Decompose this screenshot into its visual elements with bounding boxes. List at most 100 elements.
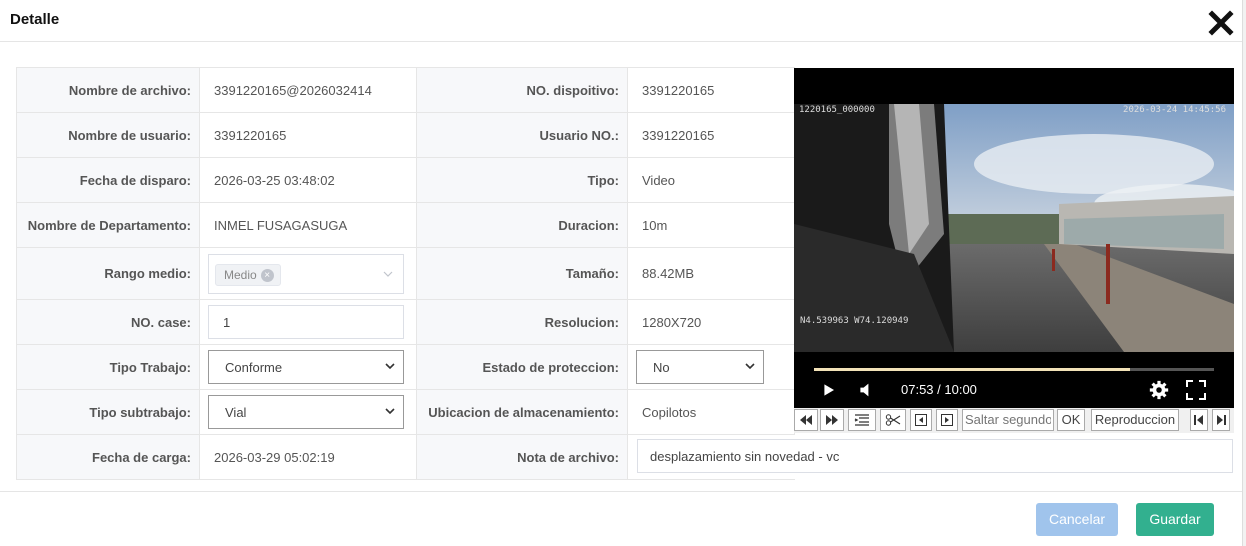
no-case-value: 1 (223, 315, 231, 330)
video-frame-image (794, 104, 1234, 352)
rango-medio-tag: Medio × (215, 263, 281, 286)
rango-medio-select[interactable]: Medio × (208, 253, 404, 294)
close-icon[interactable] (1208, 10, 1234, 36)
form-row: Tipo subtrabajo: Vial Ubicacion de almac… (16, 389, 795, 435)
label-tipo-subtrabajo: Tipo subtrabajo: (16, 389, 200, 435)
list-icon (854, 414, 869, 426)
tipo-subtrabajo-select[interactable]: Vial (208, 395, 404, 429)
label-no-dispositivo: NO. dispoitivo: (416, 67, 628, 113)
estado-proteccion-cell: No (627, 344, 795, 390)
form-row: Nombre de usuario: 3391220165 Usuario NO… (16, 112, 795, 158)
rewind-button[interactable] (794, 409, 818, 431)
value-ubicacion: Copilotos (627, 389, 795, 435)
scissors-icon (885, 414, 901, 426)
detail-form: Nombre de archivo: 3391220165@2026032414… (16, 67, 795, 480)
value-resolucion: 1280X720 (627, 299, 795, 345)
estado-proteccion-select[interactable]: No (636, 350, 764, 384)
label-usuario-no: Usuario NO.: (416, 112, 628, 158)
fast-forward-button[interactable] (820, 409, 844, 431)
value-tamano: 88.42MB (627, 247, 795, 300)
value-nombre-archivo: 3391220165@2026032414 (199, 67, 417, 113)
save-button[interactable]: Guardar (1136, 503, 1214, 536)
label-tipo-trabajo: Tipo Trabajo: (16, 344, 200, 390)
form-row: NO. case: 1 Resolucion: 1280X720 (16, 299, 795, 345)
video-frame: 1220165_000000 2026-03-24 14:45:56 N4.53… (794, 104, 1234, 352)
value-fecha-disparo: 2026-03-25 03:48:02 (199, 157, 417, 203)
no-case-input[interactable]: 1 (208, 305, 404, 339)
video-progress-bar[interactable] (814, 368, 1214, 371)
frame-forward-button[interactable] (936, 409, 958, 431)
value-nombre-usuario: 3391220165 (199, 112, 417, 158)
label-fecha-carga: Fecha de carga: (16, 434, 200, 480)
form-row: Rango medio: Medio × Tamaño: 88.42MB (16, 247, 795, 300)
label-tipo: Tipo: (416, 157, 628, 203)
tipo-trabajo-value: Conforme (225, 360, 283, 375)
skip-start-icon (1194, 415, 1203, 425)
fullscreen-icon[interactable] (1184, 378, 1208, 402)
label-tamano: Tamaño: (416, 247, 628, 300)
label-rango-medio: Rango medio: (16, 247, 200, 300)
frame-back-icon (915, 414, 927, 426)
value-usuario-no: 3391220165 (627, 112, 795, 158)
value-fecha-carga: 2026-03-29 05:02:19 (199, 434, 417, 480)
label-nombre-usuario: Nombre de usuario: (16, 112, 200, 158)
video-player[interactable]: 1220165_000000 2026-03-24 14:45:56 N4.53… (794, 68, 1234, 432)
skip-end-button[interactable] (1212, 409, 1230, 431)
value-no-dispositivo: 3391220165 (627, 67, 795, 113)
frame-forward-icon (941, 414, 953, 426)
tipo-trabajo-select[interactable]: Conforme (208, 350, 404, 384)
label-no-case: NO. case: (16, 299, 200, 345)
seek-ok-button[interactable]: OK (1057, 409, 1085, 431)
volume-icon[interactable] (858, 378, 874, 402)
label-departamento: Nombre de Departamento: (16, 202, 200, 248)
seek-seconds-field (962, 409, 1054, 431)
skip-start-button[interactable] (1190, 409, 1208, 431)
form-row: Fecha de disparo: 2026-03-25 03:48:02 Ti… (16, 157, 795, 203)
list-button[interactable] (848, 409, 876, 431)
cancel-button[interactable]: Cancelar (1036, 503, 1118, 536)
form-row: Nombre de Departamento: INMEL FUSAGASUGA… (16, 202, 795, 248)
label-resolucion: Resolucion: (416, 299, 628, 345)
play-icon[interactable] (822, 378, 838, 402)
label-duracion: Duracion: (416, 202, 628, 248)
chevron-down-icon (385, 408, 395, 415)
cut-button[interactable] (880, 409, 906, 431)
estado-proteccion-value: No (653, 360, 670, 375)
tipo-subtrabajo-cell: Vial (199, 389, 417, 435)
label-ubicacion: Ubicacion de almacenamiento: (416, 389, 628, 435)
skip-end-icon (1217, 415, 1226, 425)
frame-back-button[interactable] (910, 409, 932, 431)
value-tipo: Video (627, 157, 795, 203)
label-nota-archivo: Nota de archivo: (416, 434, 628, 480)
label-fecha-disparo: Fecha de disparo: (16, 157, 200, 203)
dialog-footer-divider (0, 491, 1242, 492)
tag-close-icon[interactable]: × (260, 268, 274, 282)
chevron-down-icon (383, 271, 393, 277)
seek-seconds-input[interactable] (963, 412, 1053, 427)
playback-toolbar: OK Reproduccion (794, 408, 1234, 433)
rango-medio-tag-label: Medio (224, 267, 257, 282)
nota-archivo-input[interactable]: desplazamiento sin novedad - vc (637, 439, 1233, 473)
settings-icon[interactable] (1148, 378, 1170, 402)
tipo-trabajo-cell: Conforme (199, 344, 417, 390)
value-duracion: 10m (627, 202, 795, 248)
osd-datetime: 2026-03-24 14:45:56 (1123, 105, 1226, 115)
nota-archivo-value: desplazamiento sin novedad - vc (650, 449, 840, 464)
playback-button[interactable]: Reproduccion (1091, 409, 1179, 431)
dialog-title: Detalle (10, 11, 60, 28)
rango-medio-cell: Medio × (199, 247, 417, 300)
osd-coordinates: N4.539963 W74.120949 (800, 316, 909, 326)
tipo-subtrabajo-value: Vial (225, 405, 247, 420)
dialog-header: Detalle (0, 0, 1242, 42)
chevron-down-icon (745, 363, 755, 370)
label-nombre-archivo: Nombre de archivo: (16, 67, 200, 113)
chevron-down-icon (385, 363, 395, 370)
fast-forward-icon (826, 415, 838, 425)
value-departamento: INMEL FUSAGASUGA (199, 202, 417, 248)
video-progress-fill (814, 368, 1130, 371)
rewind-icon (800, 415, 812, 425)
no-case-cell: 1 (199, 299, 417, 345)
scrollbar-edge (1242, 0, 1246, 546)
form-row: Tipo Trabajo: Conforme Estado de protecc… (16, 344, 795, 390)
video-time: 07:53 / 10:00 (901, 382, 977, 397)
